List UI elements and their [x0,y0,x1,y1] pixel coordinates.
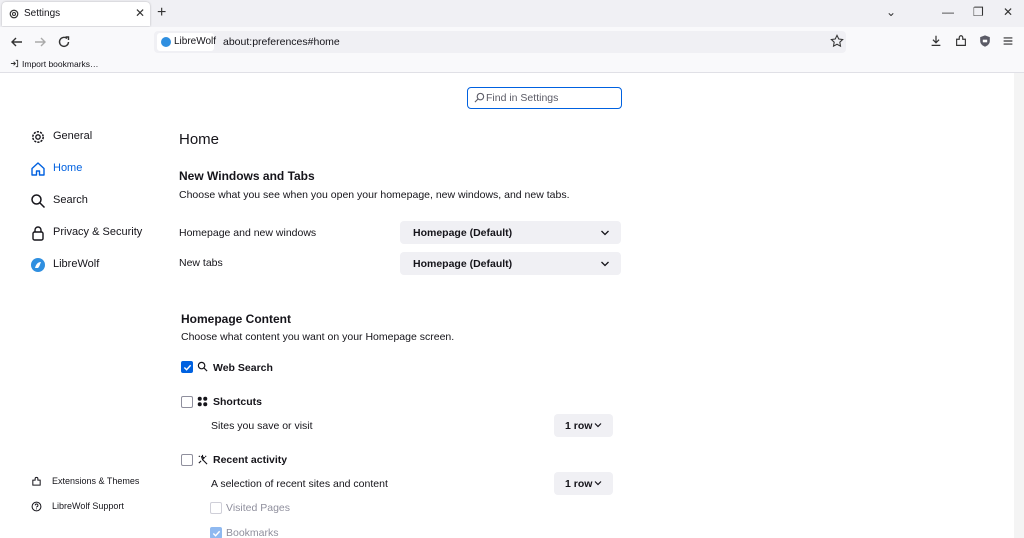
restore-button[interactable]: ❐ [973,4,984,20]
homepage-content-description: Choose what content you want on your Hom… [181,331,455,343]
bookmarks-label: Bookmarks [226,527,279,538]
close-window-button[interactable]: ✕ [1003,4,1013,20]
bookmarks-checkbox[interactable] [210,527,222,538]
shortcuts-label: Shortcuts [213,396,263,408]
shortcuts-checkbox[interactable] [181,396,193,408]
recent-activity-checkbox[interactable] [181,454,193,466]
shortcuts-rows-select[interactable]: 1 row [554,414,613,437]
settings-content [0,73,1024,538]
tab-settings[interactable]: Settings ✕ [2,2,150,26]
sidebar-item-label: Privacy & Security [53,226,143,238]
sidebar-item-label: Home [53,162,83,174]
url-text[interactable]: about:preferences#home [223,36,340,48]
tab-title: Settings [24,8,61,19]
recent-activity-rows-value: 1 row [565,478,593,490]
new-tab-button[interactable]: + [157,3,166,23]
ublock-shield-icon[interactable] [978,34,992,48]
web-search-checkbox[interactable] [181,361,193,373]
import-bookmarks-link[interactable]: Import bookmarks… [22,59,99,69]
recent-activity-label: Recent activity [213,454,288,466]
identity-box[interactable]: LibreWolf [157,33,217,51]
newtabs-select-value: Homepage (Default) [413,258,513,270]
url-bar[interactable]: LibreWolf about:preferences#home [154,31,846,53]
recent-activity-rows-select[interactable]: 1 row [554,472,613,495]
gear-icon [9,9,19,19]
puzzle-icon [32,476,41,486]
sidebar-item-label: Search [53,194,88,206]
checkmark-icon [183,364,192,371]
sparkle-icon [198,454,208,465]
downloads-icon[interactable] [929,34,943,48]
footer-link-label: LibreWolf Support [52,501,124,511]
chevron-down-icon [594,423,602,428]
gear-icon [32,131,44,143]
menu-icon[interactable] [1001,34,1015,48]
scrollbar[interactable] [1014,73,1024,538]
star-icon[interactable] [830,34,844,48]
new-windows-heading: New Windows and Tabs [179,169,315,183]
identity-label: LibreWolf [174,36,217,47]
navigation-toolbar: LibreWolf about:preferences#home [0,27,1024,57]
chevron-down-icon [594,481,602,486]
extensions-icon[interactable] [954,34,968,48]
new-windows-description: Choose what you see when you open your h… [179,189,570,201]
search-icon [31,194,46,209]
list-tabs-button[interactable]: ⌄ [886,4,896,20]
homepage-select[interactable]: Homepage (Default) [400,221,621,244]
homepage-select-value: Homepage (Default) [413,227,513,239]
footer-link-label: Extensions & Themes [52,476,140,486]
bookmarks-toolbar: Import bookmarks… [0,57,1024,73]
page-title: Home [179,131,220,148]
newtabs-label: New tabs [179,257,223,269]
sidebar-item-label: General [53,130,93,142]
sidebar-item-label: LibreWolf [53,258,100,270]
shortcuts-icon [197,396,208,407]
search-icon [197,361,208,372]
help-icon [31,501,42,512]
reload-icon[interactable] [56,34,72,50]
chevron-down-icon [601,230,609,236]
close-tab-icon[interactable]: ✕ [135,7,145,19]
web-search-label: Web Search [213,362,273,374]
checkmark-icon [212,530,221,537]
forward-icon[interactable] [32,34,48,50]
search-input[interactable] [486,90,616,106]
librewolf-icon [161,37,171,47]
import-icon [10,59,19,68]
homepage-content-heading: Homepage Content [181,312,292,326]
visited-pages-checkbox[interactable] [210,502,222,514]
find-in-settings[interactable] [467,87,622,109]
search-icon [474,92,485,103]
shortcuts-description: Sites you save or visit [211,420,313,432]
chevron-down-icon [601,261,609,267]
back-icon[interactable] [9,34,25,50]
newtabs-select[interactable]: Homepage (Default) [400,252,621,275]
lock-icon [32,226,44,241]
tab-strip: Settings ✕ + ⌄ — ❐ ✕ [0,0,1024,27]
recent-activity-description: A selection of recent sites and content [211,478,388,490]
visited-pages-label: Visited Pages [226,502,291,514]
minimize-button[interactable]: — [942,4,954,20]
shortcuts-rows-value: 1 row [565,420,593,432]
homepage-label: Homepage and new windows [179,227,317,239]
home-icon [31,162,45,176]
librewolf-icon [31,258,45,272]
